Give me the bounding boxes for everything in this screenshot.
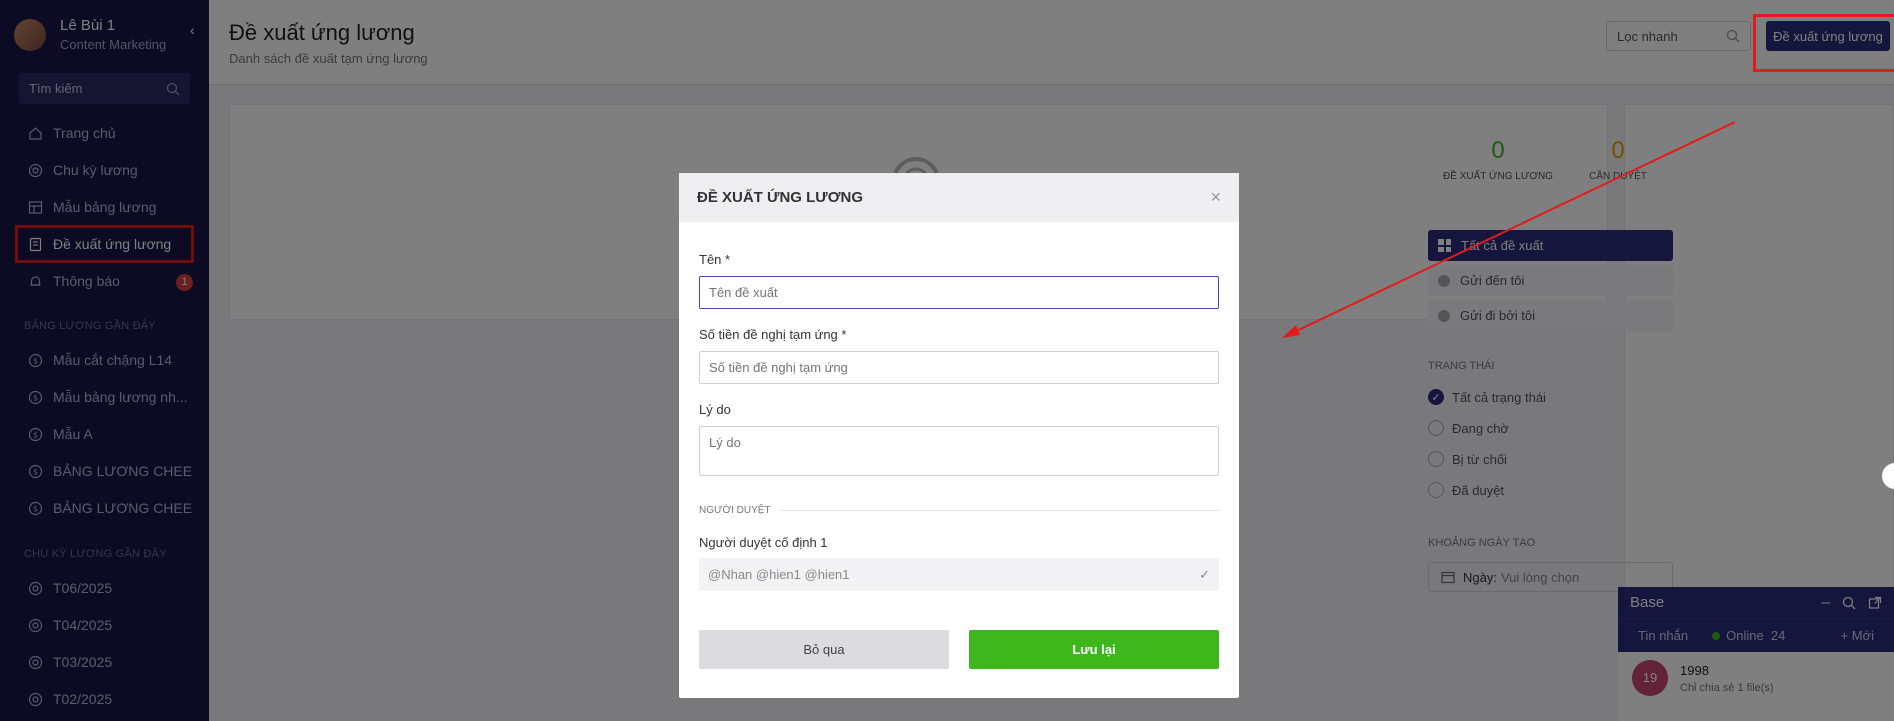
amount-input[interactable] xyxy=(699,351,1219,384)
reason-textarea[interactable] xyxy=(699,426,1219,476)
approver-section-label: NGƯỜI DUYỆT xyxy=(699,505,771,516)
highlight-box-create-button xyxy=(1753,14,1894,72)
name-label: Tên * xyxy=(699,252,731,267)
save-button[interactable]: Lưu lại xyxy=(969,630,1219,669)
annotation-arrow xyxy=(1282,121,1736,338)
modal-header: ĐỀ XUẤT ỨNG LƯƠNG × xyxy=(679,173,1239,222)
skip-button[interactable]: Bỏ qua xyxy=(699,630,949,669)
close-icon[interactable]: × xyxy=(1210,187,1221,208)
modal-title: ĐỀ XUẤT ỨNG LƯƠNG xyxy=(697,189,864,206)
approver-label: Người duyệt cố định 1 xyxy=(699,535,828,550)
check-icon: ✓ xyxy=(1199,566,1210,582)
name-input[interactable] xyxy=(699,276,1219,309)
reason-label: Lý do xyxy=(699,402,731,417)
amount-label: Số tiền đề nghị tạm ứng * xyxy=(699,327,847,342)
approver-field: @Nhan @hien1 @hien1 ✓ xyxy=(699,558,1219,591)
approver-section-title: NGƯỜI DUYỆT xyxy=(699,505,1219,516)
approver-value: @Nhan @hien1 @hien1 xyxy=(708,567,850,582)
advance-request-modal: ĐỀ XUẤT ỨNG LƯƠNG × Tên * Số tiền đề ngh… xyxy=(679,173,1239,698)
